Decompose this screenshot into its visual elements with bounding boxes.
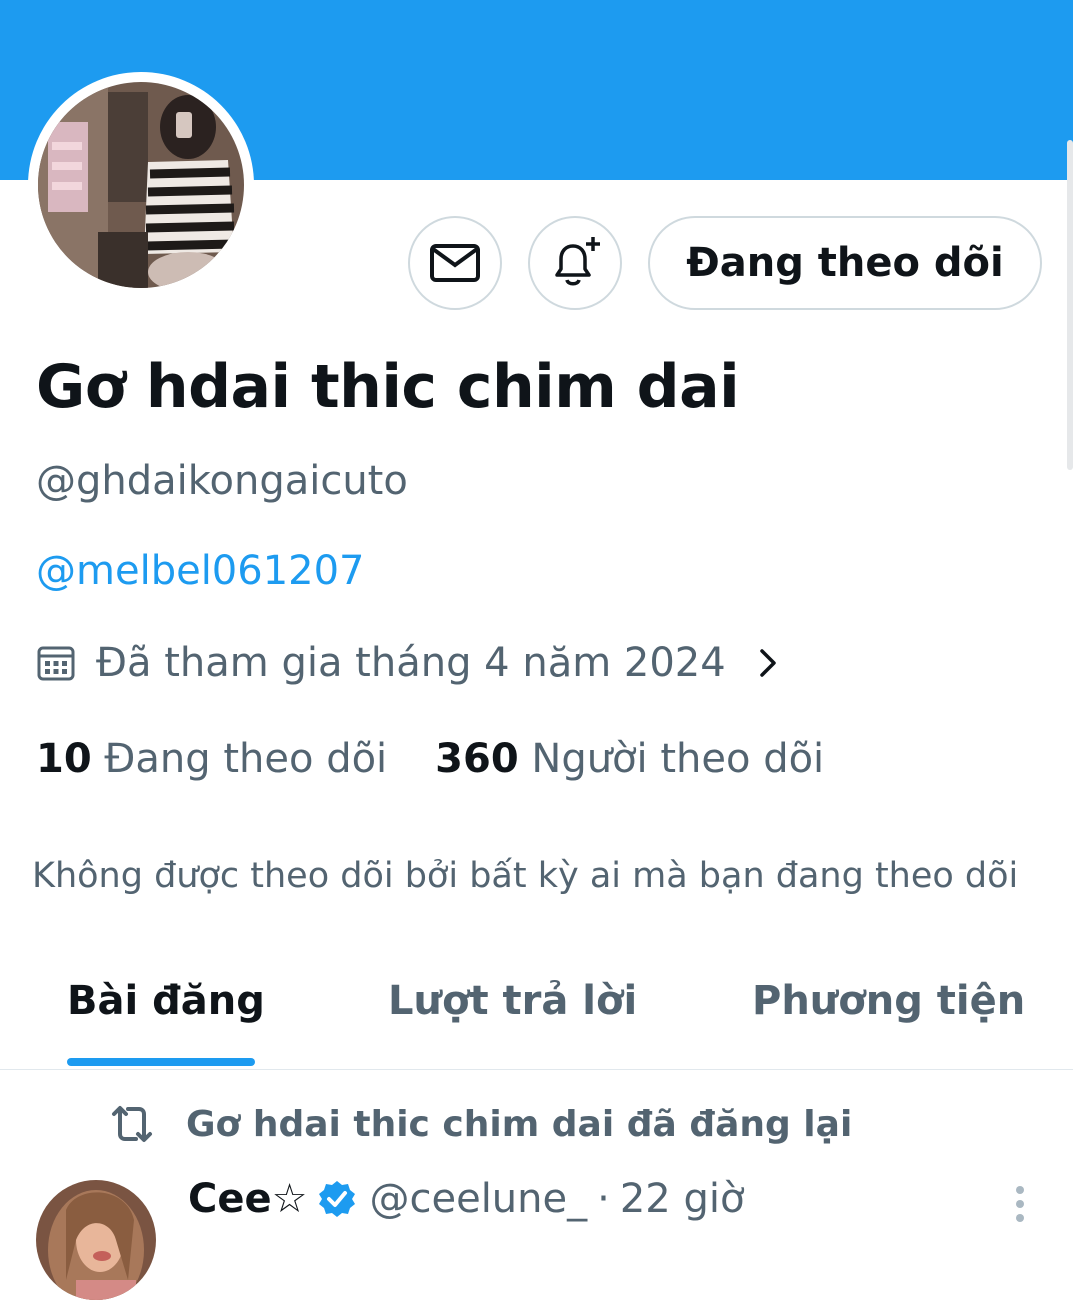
scrollbar[interactable]: [1067, 140, 1073, 470]
active-tab-indicator: [67, 1058, 255, 1066]
followers-count: 360: [435, 736, 519, 782]
profile-tabs: Bài đăng Lượt trả lời Phương tiện: [0, 960, 1073, 1070]
more-options-icon[interactable]: [1006, 1184, 1034, 1224]
avatar-photo: [38, 82, 244, 288]
followers-stat[interactable]: 360 Người theo dõi: [435, 736, 824, 782]
following-button[interactable]: Đang theo dõi: [648, 216, 1042, 310]
followed-by-text: Không được theo dõi bởi bất kỳ ai mà bạn…: [32, 856, 1019, 896]
tweet-author-name[interactable]: Cee☆: [188, 1176, 307, 1222]
followers-label: Người theo dõi: [531, 736, 825, 782]
joined-date-row[interactable]: Đã tham gia tháng 4 năm 2024: [36, 640, 782, 686]
following-label: Đang theo dõi: [104, 736, 388, 782]
repost-context[interactable]: Gơ hdai thic chim dai đã đăng lại: [108, 1100, 852, 1148]
tab-posts[interactable]: Bài đăng: [67, 978, 265, 1024]
tweet-author-avatar[interactable]: [36, 1180, 156, 1300]
calendar-icon: [37, 646, 75, 681]
tweet-author-handle[interactable]: @ceelune_: [369, 1176, 587, 1222]
display-name: Gơ hdai thic chim dai: [36, 352, 740, 422]
envelope-icon: [430, 244, 480, 282]
follow-stats: 10 Đang theo dõi 360 Người theo dõi: [36, 736, 824, 782]
joined-date-text: Đã tham gia tháng 4 năm 2024: [96, 640, 726, 686]
message-button[interactable]: [408, 216, 502, 310]
verified-badge-icon: [319, 1181, 356, 1217]
bell-plus-icon: [555, 237, 600, 286]
following-stat[interactable]: 10 Đang theo dõi: [36, 736, 387, 782]
tweet-header: Cee☆ @ceelune_ · 22 giờ: [188, 1176, 744, 1222]
bio-mention-link[interactable]: @melbel061207: [36, 548, 365, 594]
chevron-right-icon: [759, 649, 776, 677]
profile-handle: @ghdaikongaicuto: [36, 458, 408, 504]
profile-avatar[interactable]: [28, 72, 254, 298]
tab-media[interactable]: Phương tiện: [752, 978, 1025, 1024]
notification-button[interactable]: [528, 216, 622, 310]
tweet-timestamp[interactable]: 22 giờ: [620, 1176, 745, 1222]
tab-replies[interactable]: Lượt trả lời: [388, 978, 637, 1024]
separator-dot: ·: [597, 1176, 610, 1222]
following-count: 10: [36, 736, 92, 782]
repost-label: Gơ hdai thic chim dai đã đăng lại: [186, 1103, 853, 1145]
repost-icon: [112, 1106, 152, 1142]
